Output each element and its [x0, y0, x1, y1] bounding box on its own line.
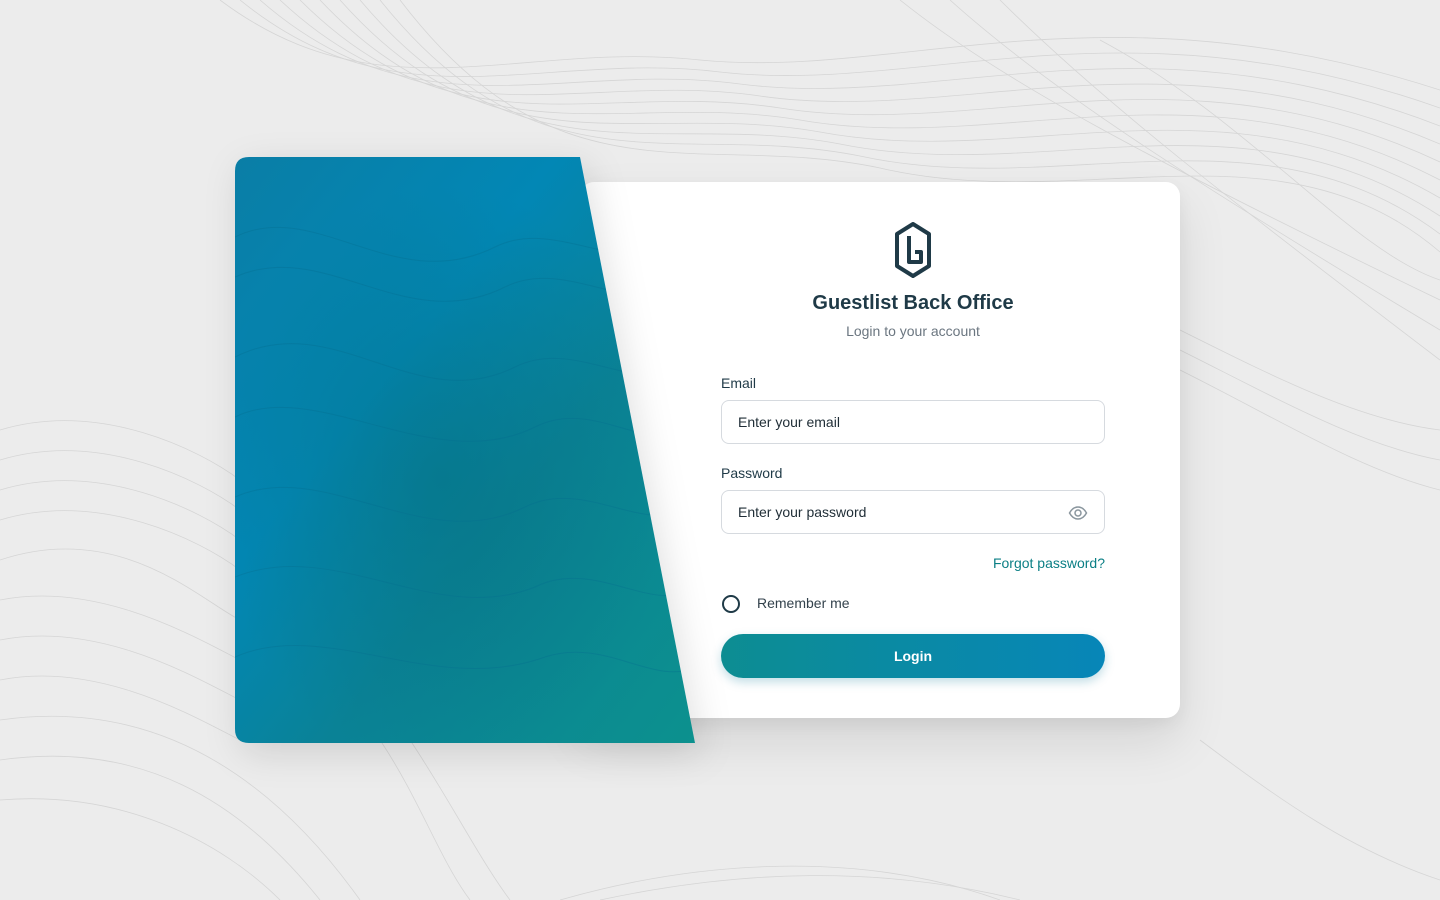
forgot-password-link[interactable]: Forgot password? — [900, 555, 1105, 571]
password-input[interactable] — [738, 491, 1058, 533]
login-subtitle: Login to your account — [846, 323, 980, 339]
guestlist-logo-icon — [895, 222, 931, 278]
remember-me-label: Remember me — [757, 595, 850, 611]
email-input[interactable] — [738, 401, 1058, 443]
login-button[interactable]: Login — [721, 634, 1105, 678]
app-title: Guestlist Back Office — [812, 292, 1014, 314]
eye-icon[interactable] — [1068, 503, 1088, 523]
remember-me-radio[interactable] — [722, 595, 740, 613]
password-label: Password — [721, 465, 783, 481]
email-field-container — [721, 400, 1105, 444]
email-label: Email — [721, 375, 757, 391]
password-field-container — [721, 490, 1105, 534]
hero-panel — [235, 157, 695, 743]
